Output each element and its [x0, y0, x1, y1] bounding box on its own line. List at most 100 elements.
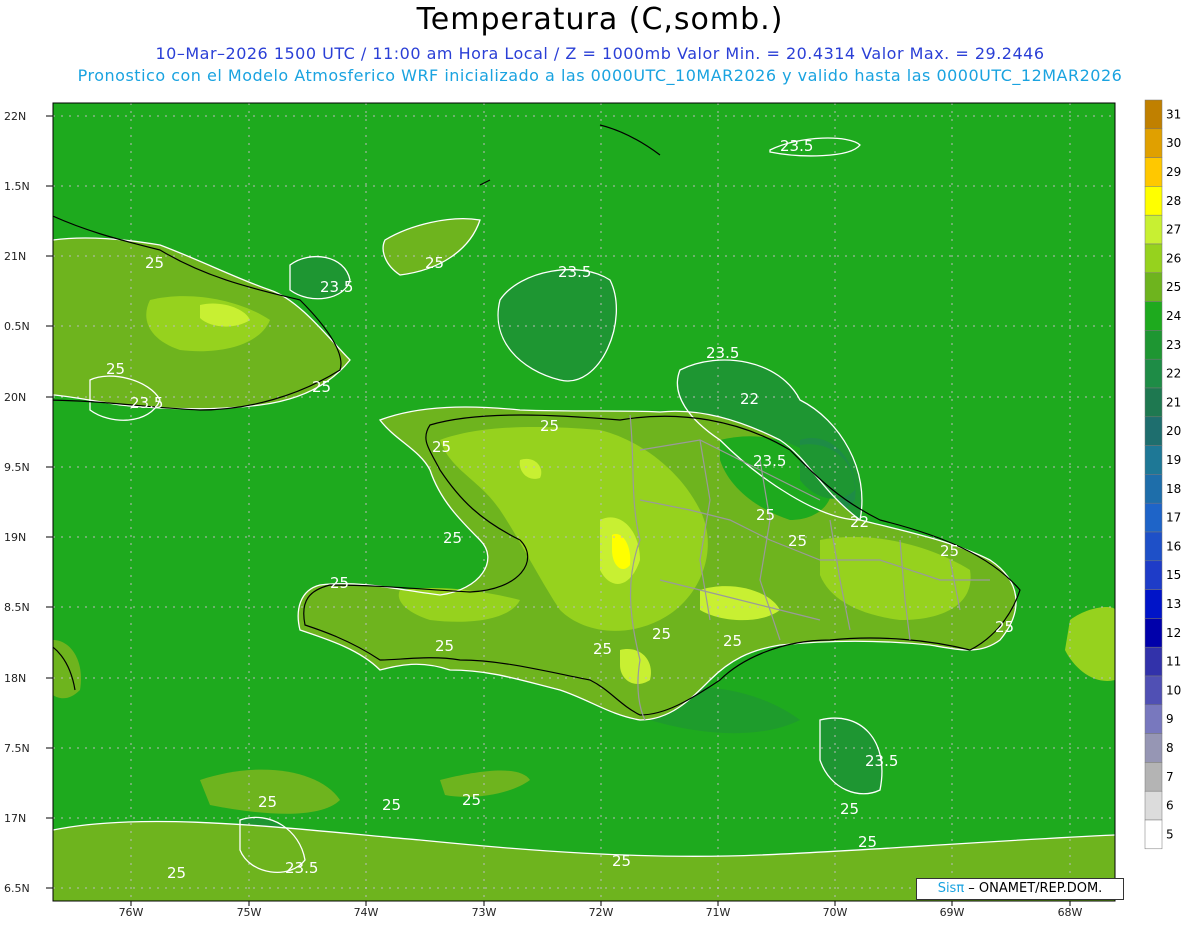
lat-label: 1.5N — [4, 180, 30, 193]
colorbar-label: 16 — [1166, 539, 1181, 553]
colorbar-label: 24 — [1166, 309, 1181, 323]
colorbar-swatch — [1144, 330, 1163, 360]
contour-label: 23.5 — [865, 752, 898, 770]
colorbar-swatch — [1144, 560, 1163, 590]
contour-label: 23.5 — [706, 344, 739, 362]
colorbar-swatch — [1144, 387, 1163, 418]
contour-label: 25 — [462, 791, 481, 809]
temperature-map: 23.5 25 23.5 25 23.5 25 23.5 23.5 25 25 … — [4, 99, 1181, 919]
contour-label: 23.5 — [130, 394, 163, 412]
lat-label: 17N — [4, 812, 26, 825]
colorbar-label: 11 — [1166, 655, 1181, 669]
colorbar-label: 7 — [1166, 770, 1174, 784]
contour-label: 22 — [740, 390, 759, 408]
colorbar-label: 12 — [1166, 626, 1181, 640]
colorbar-label: 8 — [1166, 741, 1174, 755]
contour-label: 25 — [593, 640, 612, 658]
contour-label: 25 — [432, 438, 451, 456]
colorbar-swatch — [1144, 214, 1163, 245]
colorbar-swatch — [1144, 675, 1163, 706]
lat-axis: 22N 1.5N 21N 0.5N 20N 9.5N 19N 8.5N 18N … — [4, 110, 53, 895]
lon-label: 69W — [940, 906, 965, 919]
colorbar-label: 30 — [1166, 136, 1181, 150]
lon-label: 73W — [472, 906, 497, 919]
lat-label: 8.5N — [4, 601, 30, 614]
colorbar-swatch — [1144, 474, 1163, 504]
colorbar-swatch — [1144, 416, 1163, 446]
colorbar-label: 17 — [1166, 511, 1181, 525]
colorbar-label: 9 — [1166, 712, 1174, 726]
contour-label: 23.5 — [320, 278, 353, 296]
colorbar-swatch — [1144, 99, 1163, 130]
lon-label: 75W — [237, 906, 262, 919]
colorbar-label: 5 — [1166, 827, 1174, 841]
colorbar-swatch — [1144, 646, 1163, 677]
lat-label: 21N — [4, 250, 26, 263]
colorbar-label: 23 — [1166, 338, 1181, 352]
colorbar-label: 29 — [1166, 165, 1181, 179]
contour-label: 25 — [330, 574, 349, 592]
colorbar-swatch — [1144, 157, 1163, 187]
colorbar-swatch — [1144, 243, 1163, 274]
colorbar-label: 28 — [1166, 194, 1181, 208]
colorbar-swatch — [1144, 790, 1163, 821]
contour-label: 25 — [312, 378, 331, 396]
contour-label: 25 — [258, 793, 277, 811]
lon-label: 70W — [823, 906, 848, 919]
colorbar-legend: 31 30 29 28 27 26 25 24 23 22 21 20 19 18 17 16 15 13 12 11… — [1144, 99, 1181, 850]
lon-label: 71W — [706, 906, 731, 919]
colorbar-label: 13 — [1166, 597, 1181, 611]
lat-label: 19N — [4, 531, 26, 544]
lat-label: 20N — [4, 391, 26, 404]
colorbar-swatch — [1144, 358, 1163, 389]
colorbar-swatch — [1144, 589, 1163, 619]
contour-label: 25 — [940, 542, 959, 560]
contour-label: 25 — [858, 833, 877, 851]
contour-label: 23.5 — [753, 452, 786, 470]
contour-label: 25 — [425, 254, 444, 272]
contour-label: 25 — [652, 625, 671, 643]
colorbar-label: 10 — [1166, 683, 1181, 697]
lat-label: 22N — [4, 110, 26, 123]
contour-label: 25 — [788, 532, 807, 550]
contour-label: 23.5 — [780, 137, 813, 155]
contour-label: 25 — [167, 864, 186, 882]
contour-label: 25 — [435, 637, 454, 655]
lat-label: 6.5N — [4, 882, 30, 895]
lat-label: 0.5N — [4, 320, 30, 333]
colorbar-label: 26 — [1166, 251, 1181, 265]
contour-label: 25 — [382, 796, 401, 814]
colorbar-label: 20 — [1166, 424, 1181, 438]
colorbar-swatch — [1144, 445, 1163, 475]
contour-label: 25 — [106, 360, 125, 378]
lon-label: 76W — [119, 906, 144, 919]
contour-label: 25 — [540, 417, 559, 435]
colorbar-label: 18 — [1166, 482, 1181, 496]
colorbar-swatch — [1144, 301, 1163, 331]
contour-label: 25 — [756, 506, 775, 524]
colorbar-label: 21 — [1166, 395, 1181, 409]
credit-box: Sisπ – ONAMET/REP.DOM. — [916, 878, 1124, 900]
colorbar-label: 15 — [1166, 568, 1181, 582]
contour-label: 22 — [850, 513, 869, 531]
colorbar-swatch — [1144, 272, 1163, 302]
colorbar-label: 27 — [1166, 223, 1181, 237]
colorbar-swatch — [1144, 704, 1163, 734]
credit-text: – ONAMET/REP.DOM. — [964, 881, 1103, 896]
contour-label: 23.5 — [558, 263, 591, 281]
colorbar-swatch — [1144, 733, 1163, 763]
lon-label: 74W — [354, 906, 379, 919]
contour-label: 23.5 — [285, 859, 318, 877]
lon-label: 68W — [1058, 906, 1083, 919]
lat-label: 7.5N — [4, 742, 30, 755]
contour-label: 25 — [995, 618, 1014, 636]
colorbar-label: 22 — [1166, 367, 1181, 381]
colorbar-label: 6 — [1166, 799, 1174, 813]
contour-label: 25 — [723, 632, 742, 650]
colorbar-swatch — [1144, 531, 1163, 562]
colorbar-swatch — [1144, 618, 1163, 648]
contour-label: 25 — [840, 800, 859, 818]
colorbar-swatch — [1144, 128, 1163, 158]
contour-label: 25 — [443, 529, 462, 547]
credit-brand: Sisπ — [937, 881, 965, 896]
